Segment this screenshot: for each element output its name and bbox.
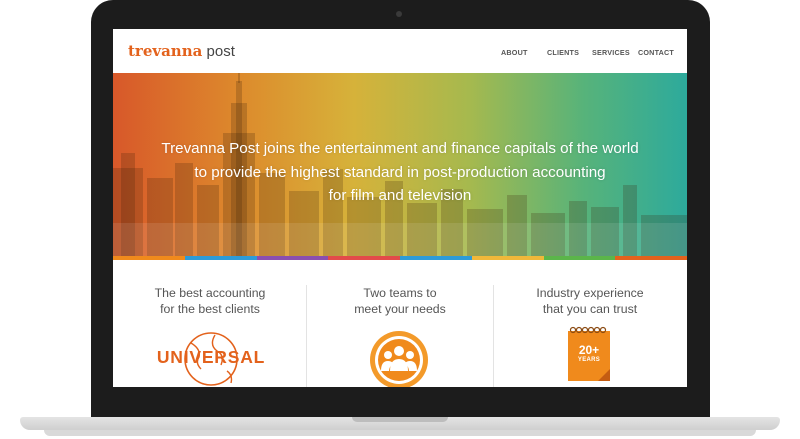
nav-item-contact[interactable]: CONTACT bbox=[638, 48, 674, 57]
color-stripe bbox=[113, 256, 687, 260]
nav-item-about[interactable]: ABOUT bbox=[501, 48, 528, 57]
feature-experience: Industry experience that you can trust bbox=[495, 285, 685, 317]
site-logo[interactable]: trevanna post bbox=[128, 42, 235, 60]
hero-line-2: to provide the highest standard in post-… bbox=[194, 163, 606, 181]
stripe-segment bbox=[615, 256, 687, 260]
logo-word-trevanna: trevanna bbox=[128, 42, 203, 60]
stripe-segment bbox=[184, 256, 257, 260]
feature-experience-line-2: that you can trust bbox=[542, 302, 638, 316]
stripe-segment bbox=[471, 256, 544, 260]
column-divider bbox=[493, 285, 494, 387]
website-screen: trevanna post ABOUT CLIENTS SERVICES CON… bbox=[113, 29, 687, 387]
nav-item-clients[interactable]: CLIENTS bbox=[547, 48, 579, 57]
logo-word-post: post bbox=[206, 43, 235, 60]
nav-item-services[interactable]: SERVICES bbox=[592, 48, 630, 57]
laptop-base-shadow bbox=[44, 430, 756, 436]
feature-clients-line-2: for the best clients bbox=[160, 302, 260, 316]
stripe-segment bbox=[543, 256, 616, 260]
hero-banner: Trevanna Post joins the entertainment an… bbox=[113, 73, 687, 256]
feature-teams-line-2: meet your needs bbox=[354, 302, 446, 316]
stripe-segment bbox=[400, 256, 472, 260]
feature-experience-line-1: Industry experience bbox=[536, 286, 644, 300]
hero-headline: Trevanna Post joins the entertainment an… bbox=[113, 137, 687, 208]
feature-clients: The best accounting for the best clients bbox=[115, 285, 305, 317]
hero-line-3: for film and television bbox=[328, 187, 472, 204]
hero-line-1: Trevanna Post joins the entertainment an… bbox=[161, 140, 639, 157]
stripe-segment bbox=[256, 256, 329, 260]
universal-logo: UNIVERSAL bbox=[155, 331, 267, 387]
universal-wordmark: UNIVERSAL bbox=[156, 347, 266, 367]
top-navigation: trevanna post ABOUT CLIENTS SERVICES CON… bbox=[113, 29, 687, 73]
years-label: YEARS bbox=[577, 357, 601, 363]
webcam-icon bbox=[396, 11, 402, 17]
years-number: 20+ bbox=[578, 343, 600, 357]
feature-teams-line-1: Two teams to bbox=[363, 286, 437, 300]
feature-teams: Two teams to meet your needs bbox=[305, 285, 495, 317]
stripe-segment bbox=[113, 256, 185, 260]
calendar-icon: 20+ YEARS bbox=[568, 325, 614, 387]
stripe-segment bbox=[328, 256, 400, 260]
people-icon bbox=[368, 329, 430, 387]
laptop-notch bbox=[352, 417, 448, 422]
feature-clients-line-1: The best accounting bbox=[154, 286, 266, 300]
